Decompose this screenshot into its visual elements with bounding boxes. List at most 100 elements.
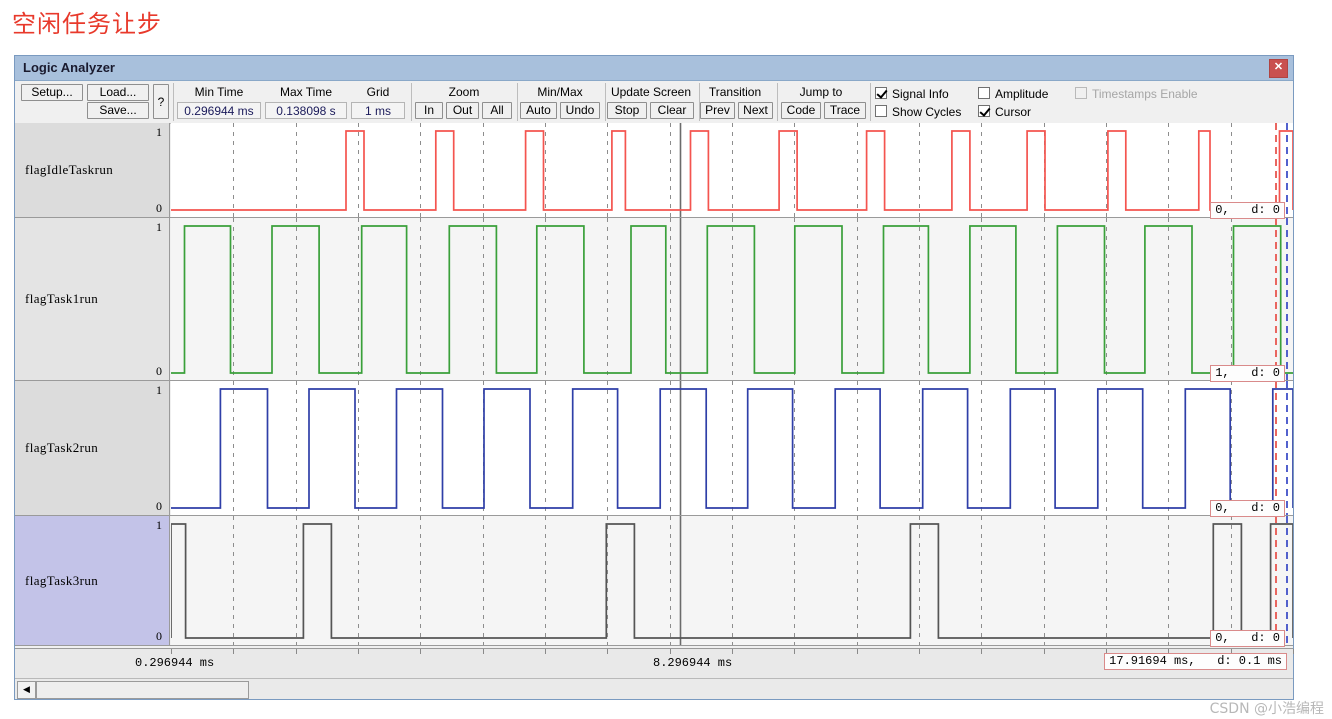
ruler-tick: [545, 649, 546, 654]
setup-button[interactable]: Setup...: [21, 84, 83, 101]
signal-waveform[interactable]: [171, 218, 1293, 380]
signal-low-level-label: 0: [156, 629, 162, 643]
signal-label-cell[interactable]: flagIdleTaskrun 1 0: [15, 123, 170, 217]
scroll-thumb[interactable]: [36, 681, 249, 699]
amplitude-label: Amplitude: [995, 86, 1049, 101]
max-time-label: Max Time: [279, 85, 332, 99]
signal-label-cell[interactable]: flagTask3run 1 0: [15, 516, 170, 645]
cursor-value-box: 0, d: 0: [1210, 202, 1285, 219]
ruler-tick: [296, 649, 297, 654]
update-stop-button[interactable]: Stop: [607, 102, 647, 119]
checkbox-show-cycles[interactable]: Show Cycles: [875, 104, 961, 119]
zoom-in-button[interactable]: In: [415, 102, 443, 119]
save-button[interactable]: Save...: [87, 102, 149, 119]
signal-low-level-label: 0: [156, 499, 162, 513]
signal-high-level-label: 1: [156, 125, 162, 139]
ruler-tick: [857, 649, 858, 654]
logic-analyzer-window: Logic Analyzer ✕ Setup... Load... Save..…: [14, 55, 1294, 700]
timestamps-label: Timestamps Enable: [1092, 86, 1198, 101]
jump-to-group-label: Jump to: [799, 85, 843, 99]
min-time-label: Min Time: [194, 85, 244, 99]
amplitude-checkbox-box[interactable]: [978, 87, 990, 99]
page-title: 空闲任务让步: [12, 10, 162, 38]
ruler-mid-label: 8.296944 ms: [653, 656, 733, 670]
checkbox-signal-info[interactable]: Signal Info: [875, 86, 949, 101]
ruler-tick: [1044, 649, 1045, 654]
timestamps-checkbox-box: [1075, 87, 1087, 99]
ruler-tick: [233, 649, 234, 654]
checkbox-cursor[interactable]: Cursor: [978, 104, 1031, 119]
minmax-auto-button[interactable]: Auto: [520, 102, 557, 119]
grid-value[interactable]: 1 ms: [351, 102, 405, 119]
checkbox-timestamps-enable: Timestamps Enable: [1075, 86, 1198, 101]
signal-label-cell[interactable]: flagTask1run 1 0: [15, 218, 170, 380]
signal-lane: flagTask1run 1 0 1, d: 0: [15, 218, 1293, 382]
zoom-all-button[interactable]: All: [482, 102, 512, 119]
load-button[interactable]: Load...: [87, 84, 149, 101]
ruler-tick: [483, 649, 484, 654]
horizontal-scrollbar[interactable]: ◀: [15, 678, 1293, 699]
transition-next-button[interactable]: Next: [738, 102, 773, 119]
signal-label-cell[interactable]: flagTask2run 1 0: [15, 381, 170, 515]
show-cycles-checkbox-box[interactable]: [875, 105, 887, 117]
ruler-left-label: 0.296944 ms: [135, 656, 215, 670]
ruler-tick: [171, 649, 172, 654]
signal-info-label: Signal Info: [892, 86, 949, 101]
signal-info-checkbox-box[interactable]: [875, 87, 887, 99]
ruler-tick: [981, 649, 982, 654]
signal-name: flagTask3run: [25, 572, 99, 588]
jump-to-trace-button[interactable]: Trace: [824, 102, 866, 119]
help-button[interactable]: ?: [153, 84, 169, 119]
signal-high-level-label: 1: [156, 220, 162, 234]
max-time-value[interactable]: 0.138098 s: [265, 102, 347, 119]
ruler-tick: [1293, 649, 1294, 654]
signal-name: flagTask2run: [25, 440, 99, 455]
watermark: CSDN @小浩编程: [1209, 701, 1324, 717]
signal-waveform[interactable]: [171, 123, 1293, 217]
signal-name: flagTask1run: [25, 291, 99, 306]
ruler-right-cursor-label: 17.91694 ms, d: 0.1 ms: [1104, 653, 1287, 670]
cursor-value-box: 0, d: 0: [1210, 630, 1285, 647]
zoom-out-button[interactable]: Out: [446, 102, 479, 119]
update-clear-button[interactable]: Clear: [650, 102, 694, 119]
toolbar: Setup... Load... Save... ? Min Time 0.29…: [15, 81, 1293, 124]
checkbox-amplitude[interactable]: Amplitude: [978, 86, 1048, 101]
show-cycles-label: Show Cycles: [892, 104, 962, 119]
minmax-group-label: Min/Max: [537, 85, 583, 99]
time-ruler: 0.296944 ms 8.296944 ms 17.91694 ms, d: …: [15, 648, 1294, 678]
ruler-tick: [607, 649, 608, 654]
transition-prev-button[interactable]: Prev: [700, 102, 735, 119]
zoom-group-label: Zoom: [448, 85, 480, 99]
ruler-tick: [420, 649, 421, 654]
cursor-checkbox-box[interactable]: [978, 105, 990, 117]
min-time-value[interactable]: 0.296944 ms: [177, 102, 261, 119]
signal-waveform[interactable]: [171, 516, 1293, 645]
signal-low-level-label: 0: [156, 364, 162, 378]
signal-low-level-label: 0: [156, 201, 162, 215]
signal-waveform[interactable]: [171, 381, 1293, 515]
ruler-tick: [794, 649, 795, 654]
scroll-left-arrow-icon[interactable]: ◀: [17, 681, 36, 699]
ruler-tick: [732, 649, 733, 654]
close-icon[interactable]: ✕: [1269, 59, 1288, 78]
window-title: Logic Analyzer: [23, 60, 115, 75]
signal-lane: flagTask3run 1 0 0, d: 0: [15, 516, 1293, 647]
signal-lane: flagIdleTaskrun 1 0 0, d: 0: [15, 123, 1293, 219]
minmax-undo-button[interactable]: Undo: [560, 102, 600, 119]
update-screen-group-label: Update Screen: [610, 85, 692, 99]
cursor-value-box: 0, d: 0: [1210, 500, 1285, 517]
cursor-value-box: 1, d: 0: [1210, 365, 1285, 382]
window-titlebar: Logic Analyzer ✕: [15, 56, 1293, 81]
jump-to-code-button[interactable]: Code: [781, 102, 821, 119]
signal-high-level-label: 1: [156, 518, 162, 532]
signal-high-level-label: 1: [156, 383, 162, 397]
ruler-tick: [670, 649, 671, 654]
signal-lane: flagTask2run 1 0 0, d: 0: [15, 381, 1293, 517]
transition-group-label: Transition: [708, 85, 762, 99]
waveform-plot-area: flagIdleTaskrun 1 0 0, d: 0 flagTask1run 1 0 1,…: [15, 123, 1294, 678]
cursor-label: Cursor: [995, 104, 1032, 119]
signal-name: flagIdleTaskrun: [25, 162, 114, 177]
signal-lanes: flagIdleTaskrun 1 0 0, d: 0 flagTask1run 1 0 1,…: [15, 123, 1293, 648]
grid-label: Grid: [366, 85, 390, 99]
ruler-tick: [919, 649, 920, 654]
